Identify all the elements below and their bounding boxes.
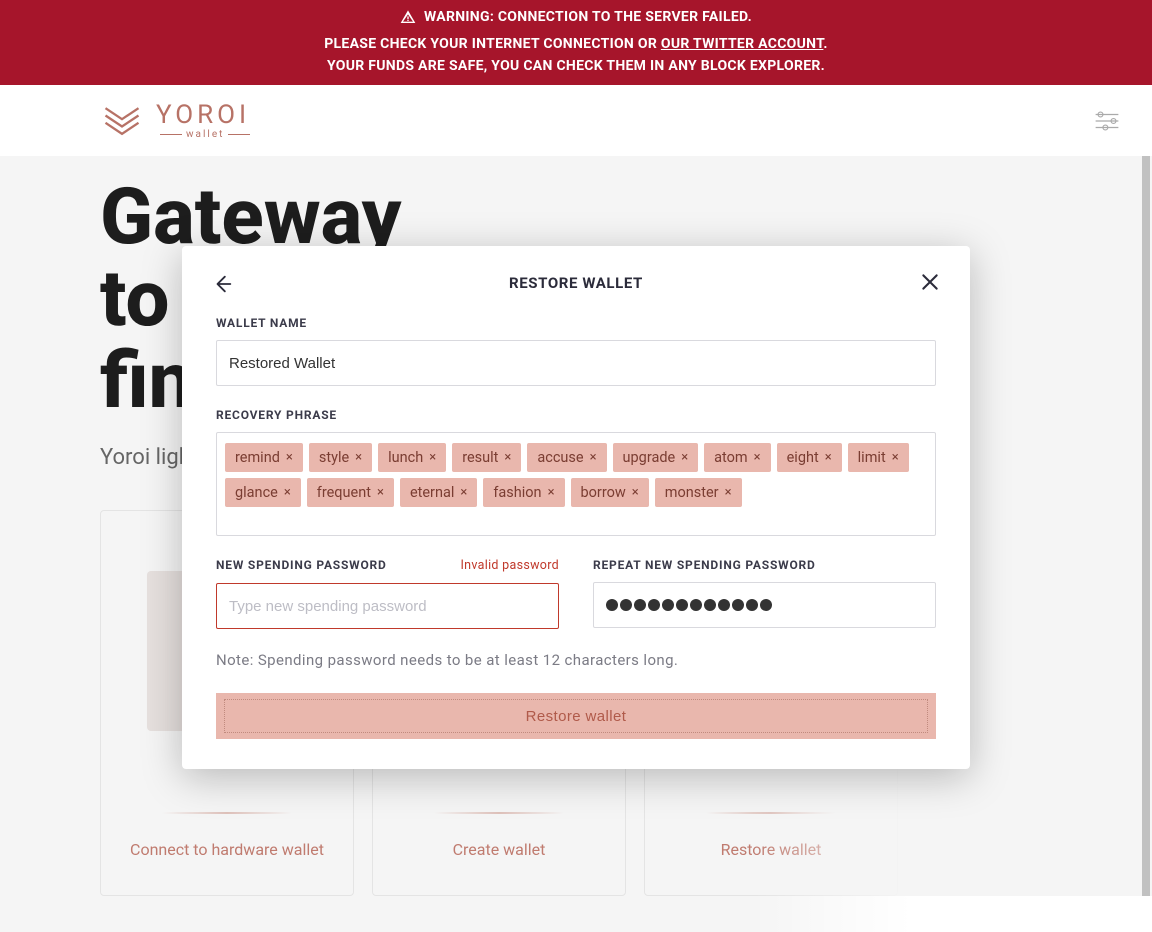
password-dot — [606, 599, 618, 611]
password-dot — [746, 599, 758, 611]
remove-word-icon[interactable]: × — [754, 450, 761, 465]
recovery-word-text: accuse — [537, 449, 583, 466]
close-icon[interactable] — [920, 272, 940, 296]
password-dot — [634, 599, 646, 611]
recovery-word-text: borrow — [581, 484, 626, 501]
recovery-word-chip[interactable]: monster × — [655, 478, 742, 507]
warning-icon — [400, 9, 416, 25]
recovery-word-chip[interactable]: lunch × — [378, 443, 446, 472]
banner-line2-suffix: . — [823, 36, 827, 52]
recovery-word-text: limit — [858, 449, 886, 466]
recovery-word-text: monster — [665, 484, 719, 501]
logo-icon — [100, 99, 144, 143]
settings-icon[interactable] — [1094, 110, 1120, 132]
logo[interactable]: YOROI wallet — [100, 99, 254, 143]
recovery-word-chip[interactable]: frequent × — [307, 478, 394, 507]
new-password-label: NEW SPENDING PASSWORD — [216, 558, 387, 572]
password-dot — [620, 599, 632, 611]
recovery-phrase-label: RECOVERY PHRASE — [216, 408, 936, 422]
password-note: Note: Spending password needs to be at l… — [216, 651, 936, 669]
warning-banner: WARNING: CONNECTION TO THE SERVER FAILED… — [0, 0, 1152, 85]
recovery-word-chip[interactable]: fashion × — [483, 478, 564, 507]
recovery-word-text: remind — [235, 449, 280, 466]
recovery-word-chip[interactable]: limit × — [848, 443, 909, 472]
modal-overlay: RESTORE WALLET WALLET NAME RECOVERY PHRA… — [0, 156, 1152, 896]
recovery-word-text: eight — [787, 449, 819, 466]
recovery-word-chip[interactable]: borrow × — [571, 478, 649, 507]
banner-line3: YOUR FUNDS ARE SAFE, YOU CAN CHECK THEM … — [0, 55, 1152, 77]
recovery-word-chip[interactable]: eternal × — [400, 478, 477, 507]
recovery-word-text: style — [319, 449, 349, 466]
banner-line1: WARNING: CONNECTION TO THE SERVER FAILED… — [424, 6, 752, 28]
password-dot — [676, 599, 688, 611]
restore-wallet-button[interactable]: Restore wallet — [216, 693, 936, 739]
recovery-word-text: frequent — [317, 484, 371, 501]
recovery-word-chip[interactable]: atom × — [704, 443, 770, 472]
remove-word-icon[interactable]: × — [632, 485, 639, 500]
repeat-password-label: REPEAT NEW SPENDING PASSWORD — [593, 558, 816, 572]
restore-wallet-modal: RESTORE WALLET WALLET NAME RECOVERY PHRA… — [182, 246, 970, 769]
recovery-word-chip[interactable]: accuse × — [527, 443, 606, 472]
remove-word-icon[interactable]: × — [284, 485, 291, 500]
remove-word-icon[interactable]: × — [504, 450, 511, 465]
back-icon[interactable] — [212, 273, 234, 299]
password-dot — [690, 599, 702, 611]
remove-word-icon[interactable]: × — [355, 450, 362, 465]
password-dot — [704, 599, 716, 611]
password-dot — [648, 599, 660, 611]
recovery-word-chip[interactable]: style × — [309, 443, 372, 472]
recovery-word-text: eternal — [410, 484, 454, 501]
recovery-word-text: upgrade — [623, 449, 676, 466]
remove-word-icon[interactable]: × — [377, 485, 384, 500]
banner-line2-prefix: PLEASE CHECK YOUR INTERNET CONNECTION OR — [324, 36, 661, 52]
recovery-word-chip[interactable]: upgrade × — [613, 443, 699, 472]
recovery-word-text: result — [462, 449, 498, 466]
remove-word-icon[interactable]: × — [548, 485, 555, 500]
remove-word-icon[interactable]: × — [892, 450, 899, 465]
remove-word-icon[interactable]: × — [825, 450, 832, 465]
recovery-word-text: lunch — [388, 449, 423, 466]
wallet-name-input[interactable] — [216, 340, 936, 386]
twitter-link[interactable]: OUR TWITTER ACCOUNT — [661, 36, 824, 52]
repeat-password-input[interactable] — [593, 582, 936, 628]
remove-word-icon[interactable]: × — [460, 485, 467, 500]
remove-word-icon[interactable]: × — [590, 450, 597, 465]
logo-name: YOROI — [156, 102, 254, 128]
remove-word-icon[interactable]: × — [681, 450, 688, 465]
logo-subtitle: wallet — [156, 130, 254, 140]
recovery-word-text: glance — [235, 484, 278, 501]
new-password-error: Invalid password — [460, 558, 559, 573]
recovery-word-chip[interactable]: eight × — [777, 443, 842, 472]
wallet-name-label: WALLET NAME — [216, 316, 936, 330]
password-dot — [732, 599, 744, 611]
new-password-input[interactable] — [216, 583, 559, 629]
modal-title: RESTORE WALLET — [509, 274, 643, 292]
remove-word-icon[interactable]: × — [429, 450, 436, 465]
recovery-word-chip[interactable]: result × — [452, 443, 521, 472]
remove-word-icon[interactable]: × — [286, 450, 293, 465]
recovery-word-text: atom — [714, 449, 747, 466]
password-dot — [760, 599, 772, 611]
recovery-word-text: fashion — [493, 484, 541, 501]
recovery-word-chip[interactable]: glance × — [225, 478, 301, 507]
recovery-phrase-box[interactable]: remind×style×lunch×result×accuse×upgrade… — [216, 432, 936, 536]
topbar: YOROI wallet — [0, 85, 1152, 157]
remove-word-icon[interactable]: × — [725, 485, 732, 500]
password-dot — [662, 599, 674, 611]
recovery-word-chip[interactable]: remind × — [225, 443, 303, 472]
password-dot — [718, 599, 730, 611]
